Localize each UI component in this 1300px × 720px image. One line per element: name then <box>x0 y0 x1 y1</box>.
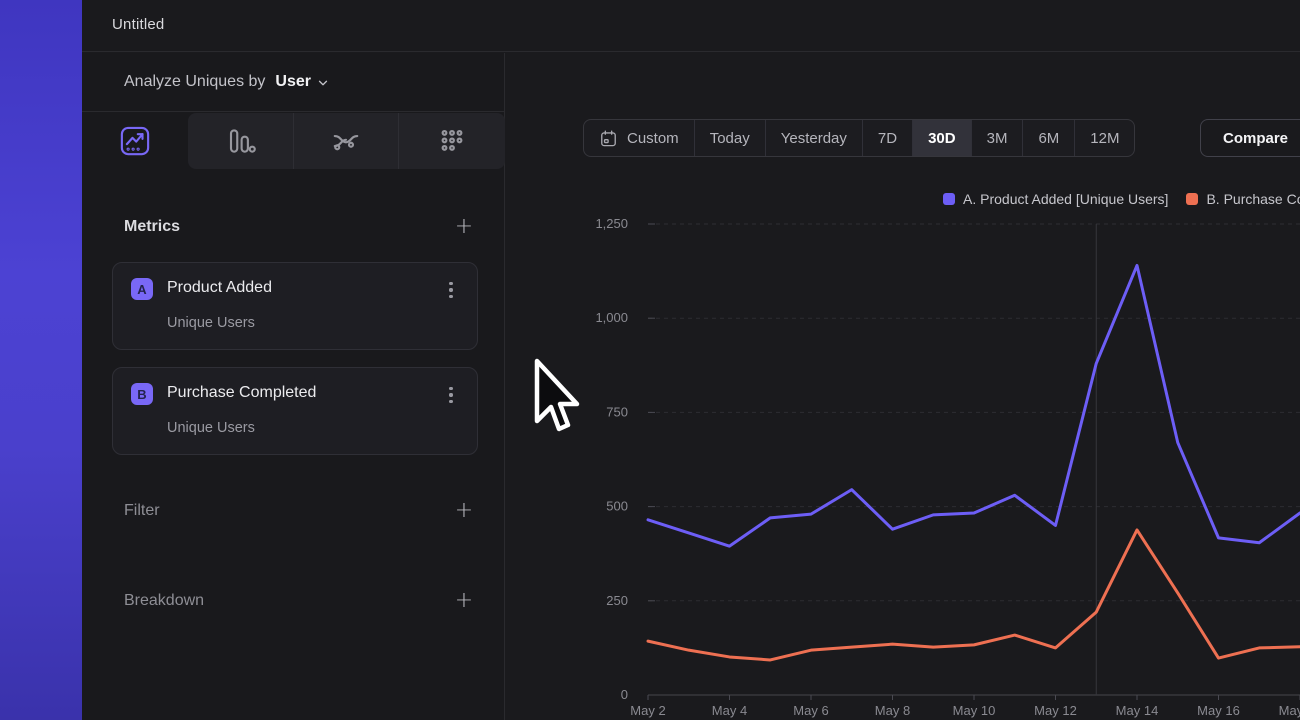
x-tick-label: May 4 <box>712 703 747 718</box>
legend-label-a: A. Product Added [Unique Users] <box>963 191 1168 207</box>
chevron-down-icon <box>316 76 330 90</box>
legend-label-b: B. Purchase Completed [Unique Users] <box>1206 191 1300 207</box>
tab-retention-grid[interactable] <box>398 113 505 169</box>
analyze-by-dropdown[interactable]: User <box>275 73 330 91</box>
compare-button[interactable]: Compare <box>1200 119 1300 157</box>
legend-item-b: B. Purchase Completed [Unique Users] <box>1186 191 1300 207</box>
y-tick-label: 250 <box>606 593 628 608</box>
y-tick-label: 750 <box>606 404 628 419</box>
tab-bar-chart[interactable] <box>188 113 293 169</box>
calendar-icon <box>599 129 618 148</box>
range-button-yesterday[interactable]: Yesterday <box>766 120 863 156</box>
query-sidebar: Analyze Uniques by User <box>82 53 505 720</box>
grid-dots-icon <box>437 126 467 156</box>
x-tick-label: May 14 <box>1116 703 1159 718</box>
metric-measurement[interactable]: Unique Users <box>167 420 255 436</box>
add-breakdown-button[interactable]: + <box>450 587 478 615</box>
x-tick-label: May 12 <box>1034 703 1077 718</box>
range-button-label: Custom <box>627 130 679 147</box>
x-tick-label: May 16 <box>1197 703 1240 718</box>
legend-swatch-a <box>943 193 955 205</box>
metric-badge-a: A <box>131 278 153 300</box>
metrics-title: Metrics <box>112 218 180 236</box>
analyze-by-row: Analyze Uniques by User <box>82 53 504 112</box>
flows-icon <box>331 126 361 156</box>
x-tick-label: May 8 <box>875 703 910 718</box>
filter-title: Filter <box>112 502 160 520</box>
range-button-12m[interactable]: 12M <box>1075 120 1134 156</box>
top-header: Untitled <box>82 0 1300 52</box>
range-button-label: 6M <box>1038 130 1059 147</box>
window-background-gradient <box>0 0 82 720</box>
range-button-label: 7D <box>878 130 897 147</box>
range-button-6m[interactable]: 6M <box>1023 120 1075 156</box>
page-title: Untitled <box>112 16 164 33</box>
range-button-label: 3M <box>987 130 1008 147</box>
add-metric-button[interactable]: + <box>450 213 478 241</box>
range-button-label: 12M <box>1090 130 1119 147</box>
x-tick-label: May 18 <box>1279 703 1300 718</box>
metric-card-purchase-completed[interactable]: B Purchase Completed Unique Users <box>112 367 478 455</box>
metric-badge-b: B <box>131 383 153 405</box>
chart-legend: A. Product Added [Unique Users] B. Purch… <box>943 191 1300 207</box>
y-tick-label: 1,000 <box>595 310 628 325</box>
metric-name: Product Added <box>167 279 272 297</box>
range-button-today[interactable]: Today <box>695 120 766 156</box>
range-button-label: 30D <box>928 130 956 147</box>
metric-name: Purchase Completed <box>167 384 316 402</box>
range-button-3m[interactable]: 3M <box>972 120 1024 156</box>
legend-item-a: A. Product Added [Unique Users] <box>943 191 1168 207</box>
y-tick-label: 0 <box>621 687 628 702</box>
analyze-by-value: User <box>275 73 311 91</box>
range-button-label: Yesterday <box>781 130 847 147</box>
series-line-purchase-completed[interactable] <box>648 530 1300 660</box>
bar-chart-icon <box>226 126 256 156</box>
date-range-selector: Custom Today Yesterday 7D 30D 3M 6M 12M <box>583 119 1135 157</box>
metric-options-button[interactable] <box>439 382 463 408</box>
range-button-custom[interactable]: Custom <box>584 120 695 156</box>
metric-card-product-added[interactable]: A Product Added Unique Users <box>112 262 478 350</box>
breakdown-title: Breakdown <box>112 592 204 610</box>
tab-line-chart[interactable] <box>82 113 187 169</box>
x-tick-label: May 2 <box>630 703 665 718</box>
tab-flows[interactable] <box>293 113 398 169</box>
x-tick-label: May 6 <box>793 703 828 718</box>
metrics-section-header: Metrics + <box>112 213 478 241</box>
metric-measurement[interactable]: Unique Users <box>167 315 255 331</box>
breakdown-section-header: Breakdown + <box>112 587 478 615</box>
metric-options-button[interactable] <box>439 277 463 303</box>
filter-section-header: Filter + <box>112 497 478 525</box>
line-chart-icon <box>120 126 150 156</box>
y-tick-label: 500 <box>606 499 628 514</box>
range-button-label: Today <box>710 130 750 147</box>
analyze-by-label: Analyze Uniques by <box>124 73 265 91</box>
range-button-30d[interactable]: 30D <box>913 120 972 156</box>
add-filter-button[interactable]: + <box>450 497 478 525</box>
line-chart[interactable]: 0 250 500 750 1,000 1,250 May 2 May 4 May 6 May 8… <box>505 210 1300 720</box>
y-tick-label: 1,250 <box>595 216 628 231</box>
legend-swatch-b <box>1186 193 1198 205</box>
series-line-product-added[interactable] <box>648 265 1300 546</box>
chart-type-tabs <box>82 113 505 169</box>
range-button-7d[interactable]: 7D <box>863 120 913 156</box>
x-tick-label: May 10 <box>953 703 996 718</box>
analytics-app: { "colors": { "accent": "#7968f6", "seri… <box>0 0 1300 720</box>
